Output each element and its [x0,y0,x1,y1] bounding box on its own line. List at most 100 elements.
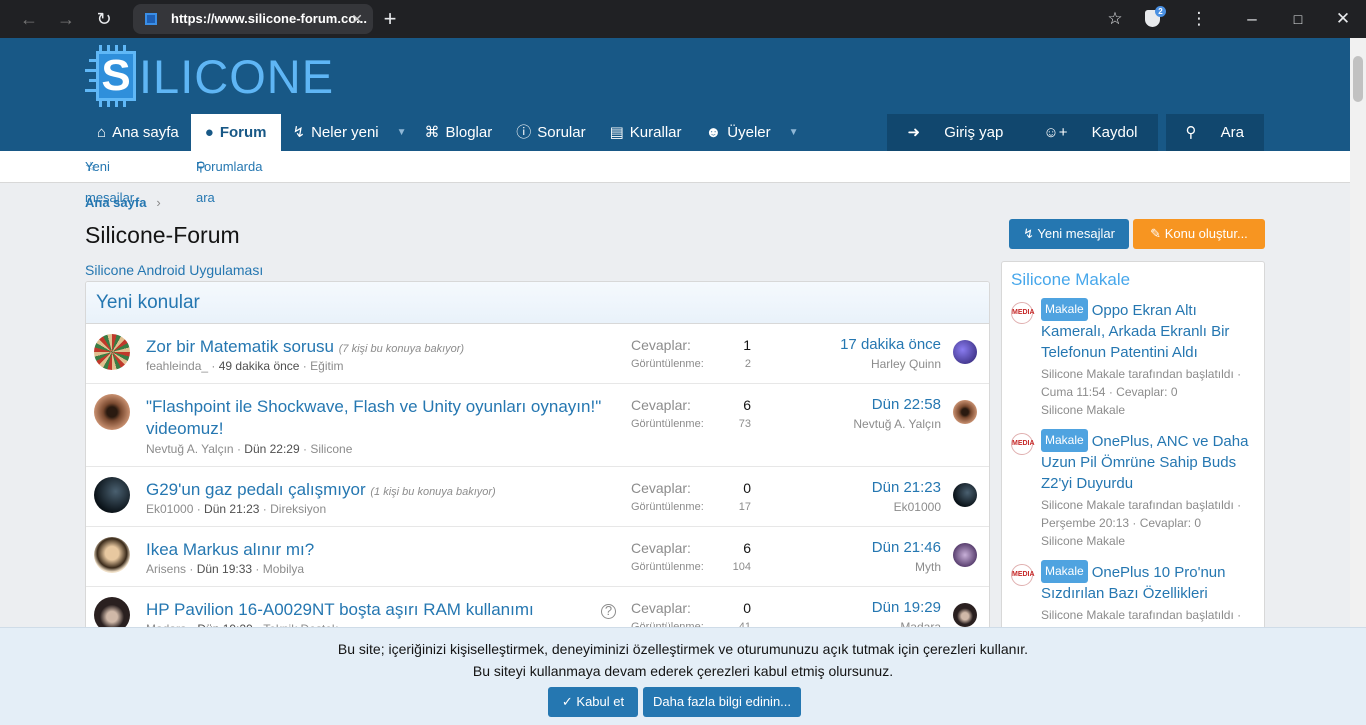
thread-title[interactable]: Zor bir Matematik sorusu (7 kişi bu konu… [146,336,464,360]
thread-forum[interactable]: Mobilya [263,562,304,576]
replies-label: Cevaplar: [631,337,691,353]
thread-title-text[interactable]: G29'un gaz pedalı çalışmıyor [146,480,366,499]
android-app-link[interactable]: Silicone Android Uygulaması [85,262,263,278]
nav-questions[interactable]: ⓘ Sorular [504,114,597,151]
chevron-down-icon[interactable]: ▼ [391,114,413,151]
nav-rules[interactable]: ▤ Kurallar [598,114,694,151]
thread-row[interactable]: Ikea Markus alınır mı? Arisens · Dün 19:… [86,527,989,587]
last-post-time[interactable]: Dün 19:29 [872,599,941,616]
thread-forum[interactable]: Direksiyon [270,502,326,516]
kebab-icon[interactable]: ⋮ [1188,8,1210,30]
last-poster-avatar[interactable] [953,543,977,567]
search-button[interactable]: ⚲ Ara [1166,114,1265,151]
learn-more-button[interactable]: Daha fazla bilgi edinin... [643,687,801,717]
back-arrow-icon[interactable]: ← [18,8,40,30]
thread-title[interactable]: Ikea Markus alınır mı? [146,539,314,561]
reload-icon[interactable]: ↻ [93,8,115,30]
maximize-icon[interactable]: □ [1287,8,1309,30]
last-poster-avatar[interactable] [953,603,977,627]
thread-forum[interactable]: Eğitim [310,359,343,373]
article-item[interactable]: MEDIA Makale Oppo Ekran Altı Kameralı, Ar… [1011,298,1256,419]
thread-title[interactable]: G29'un gaz pedalı çalışmıyor (1 kişi bu … [146,479,496,503]
login-label: Giriş yap [944,124,1004,141]
last-post-time[interactable]: Dün 21:23 [872,479,941,496]
users-icon: ☻ [705,124,722,141]
thread-title[interactable]: HP Pavilion 16-A0029NT boşta aşırı RAM k… [146,599,534,621]
thread-author[interactable]: Ek01000 [146,502,193,516]
last-post-user[interactable]: Nevtuğ A. Yalçın [853,417,941,431]
replies-label: Cevaplar: [631,397,691,413]
article-title[interactable]: Makale OnePlus, ANC ve Daha Uzun Pil Ömrü… [1041,429,1256,494]
thread-row[interactable]: Zor bir Matematik sorusu (7 kişi bu konu… [86,324,989,384]
chevron-down-icon[interactable]: ▼ [783,114,805,151]
forward-arrow-icon[interactable]: → [55,8,77,30]
replies-count: 1 [743,337,751,353]
thread-title-text[interactable]: HP Pavilion 16-A0029NT boşta aşırı RAM k… [146,600,534,619]
nav-members[interactable]: ☻ Üyeler [693,114,782,151]
thread-row[interactable]: "Flashpoint ile Shockwave, Flash ve Unit… [86,384,989,467]
thread-title-text[interactable]: Zor bir Matematik sorusu [146,337,334,356]
article-item[interactable]: MEDIA Makale OnePlus, ANC ve Daha Uzun Pi… [1011,429,1256,550]
shield-icon[interactable]: 2 [1145,6,1166,27]
register-button[interactable]: ☺+ Kaydol [1023,114,1157,151]
thread-title-text[interactable]: Ikea Markus alınır mı? [146,540,314,559]
thread-meta: Arisens · Dün 19:33 · Mobilya [146,562,305,576]
thread-row[interactable]: G29'un gaz pedalı çalışmıyor (1 kişi bu … [86,467,989,527]
last-poster-avatar[interactable] [953,400,977,424]
breadcrumb[interactable]: Ana sayfa › [85,195,161,210]
tab-url: https://www.silicone-forum.co... [171,11,367,26]
last-post-user[interactable]: Harley Quinn [871,357,941,371]
last-post-user[interactable]: Myth [915,560,941,574]
avatar[interactable] [94,334,130,370]
thread-title-text-cont[interactable]: videomuz! [146,419,223,438]
thread-title-text[interactable]: "Flashpoint ile Shockwave, Flash ve Unit… [146,397,601,416]
thread-forum[interactable]: Silicone [310,442,352,456]
favicon-icon [145,13,157,25]
article-forum[interactable]: Silicone Makale [1041,403,1125,417]
block-title[interactable]: Yeni konular [86,282,989,324]
article-title[interactable]: Makale Oppo Ekran Altı Kameralı, Arkada E… [1041,298,1256,363]
minimize-icon[interactable]: – [1241,8,1263,30]
views-label: Görüntülenme: [631,501,704,513]
thread-author[interactable]: Arisens [146,562,186,576]
site-logo[interactable]: S ILICONE [85,45,333,107]
avatar[interactable] [94,394,130,430]
plus-icon[interactable]: + [379,8,401,30]
article-title[interactable]: Makale OnePlus 10 Pro'nun Sızdırılan Bazı… [1041,560,1256,604]
login-button[interactable]: ➜ Giriş yap [887,114,1023,151]
close-window-icon[interactable]: ✕ [1332,8,1354,30]
thread-author[interactable]: Nevtuğ A. Yalçın [146,442,234,456]
last-poster-avatar[interactable] [953,340,977,364]
nav-blogs[interactable]: ⌘ Bloglar [413,114,505,151]
last-post-time[interactable]: Dün 22:58 [872,396,941,413]
views-label: Görüntülenme: [631,418,704,430]
avatar[interactable] [94,537,130,573]
new-posts-button[interactable]: ↯ Yeni mesajlar [1009,219,1129,249]
browser-tab[interactable]: https://www.silicone-forum.co... ✕ [133,4,373,34]
last-post-user[interactable]: Ek01000 [894,500,941,514]
nav-forum-label: Forum [219,124,267,141]
media-logo-icon: MEDIA [1011,302,1035,324]
nav-forum[interactable]: ● Forum [190,114,281,151]
close-icon[interactable]: ✕ [351,4,363,34]
sub-nav: ☆ Yeni mesajlar ⚲ Forumlarda ara [0,151,1350,205]
last-post-time[interactable]: 17 dakika önce [840,336,941,353]
sidebar-title[interactable]: Silicone Makale [1002,262,1264,298]
article-forum[interactable]: Silicone Makale [1041,534,1125,548]
cookie-notice: Bu site; içeriğinizi kişiselleştirmek, d… [0,627,1366,725]
scrollbar-thumb[interactable] [1353,56,1363,102]
avatar[interactable] [94,477,130,513]
last-poster-avatar[interactable] [953,483,977,507]
accept-cookies-button[interactable]: ✓ Kabul et [548,687,638,717]
nav-home[interactable]: ⌂ Ana sayfa [85,114,191,151]
thread-title[interactable]: "Flashpoint ile Shockwave, Flash ve Unit… [146,396,601,440]
page-scrollbar[interactable] [1350,38,1366,725]
question-icon: ⓘ [516,124,532,141]
thread-author[interactable]: feahleinda_ [146,359,208,373]
views-label: Görüntülenme: [631,561,704,573]
nav-whats-new[interactable]: ↯ Neler yeni [281,114,391,151]
create-thread-button[interactable]: ✎ Konu oluştur... [1133,219,1265,249]
last-post-time[interactable]: Dün 21:46 [872,539,941,556]
book-icon: ▤ [609,124,624,141]
star-icon[interactable]: ☆ [1104,8,1126,30]
